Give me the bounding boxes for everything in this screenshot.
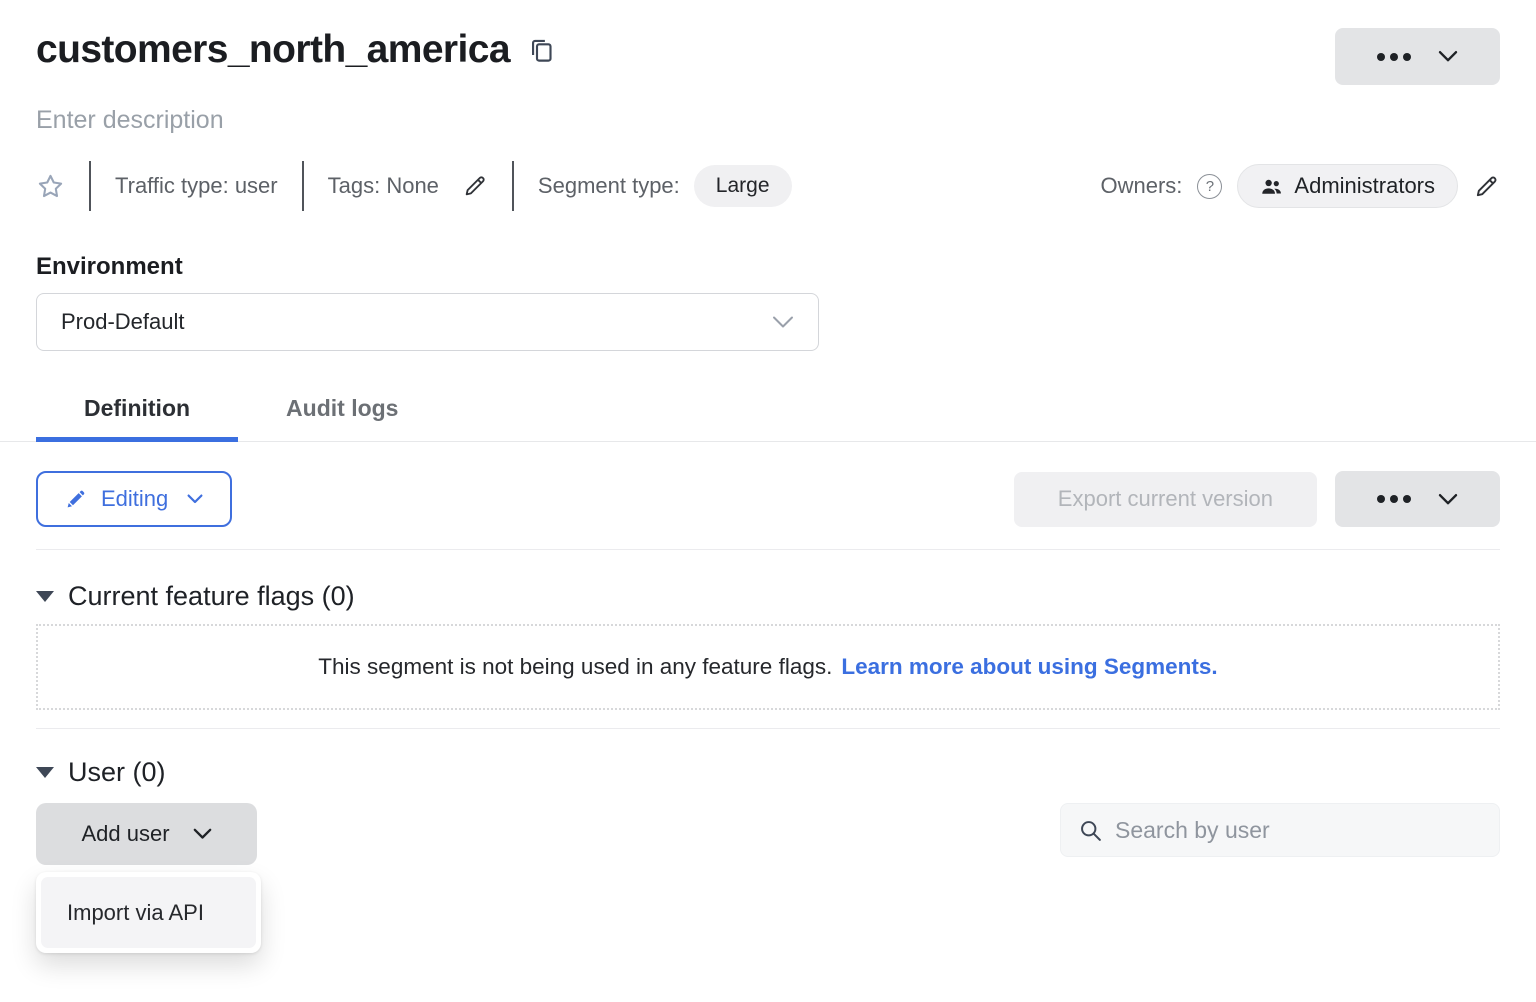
copy-icon [528,37,555,64]
segment-type-badge: Large [694,165,792,207]
description-placeholder[interactable]: Enter description [36,106,1500,135]
editing-status-button[interactable]: Editing [36,471,232,527]
chevron-down-icon [1438,50,1458,63]
favorite-star-button[interactable] [36,172,65,201]
user-section-title: User (0) [68,757,166,788]
tags-group: Tags: None [328,173,488,199]
meta-divider [89,161,91,211]
segment-type-group: Segment type: Large [538,165,792,207]
add-user-button[interactable]: Add user [36,803,257,865]
user-controls-row: Add user Import via API [36,803,1500,865]
environment-select[interactable]: Prod-Default [36,293,819,351]
tab-bar: Definition Audit logs [0,395,1536,442]
chevron-down-icon [772,315,794,329]
user-search-input[interactable] [1115,817,1482,844]
meta-divider [302,161,304,211]
feature-flags-empty-state: This segment is not being used in any fe… [36,624,1500,710]
chevron-down-icon [193,828,212,840]
edit-owners-button[interactable] [1473,173,1500,200]
add-user-dropdown-menu: Import via API [36,872,261,953]
owners-badge[interactable]: Administrators [1237,164,1458,208]
owners-group: Owners: ? Administrators [1100,164,1500,208]
feature-flags-section-header[interactable]: Current feature flags (0) [36,581,1500,612]
meta-divider [512,161,514,211]
pencil-icon [1473,173,1500,200]
tab-audit-logs[interactable]: Audit logs [238,395,446,441]
people-icon [1260,175,1283,198]
section-divider [36,728,1500,729]
chevron-down-icon [187,494,203,504]
section-divider [36,549,1500,550]
pencil-icon [462,173,488,199]
user-section-header[interactable]: User (0) [36,757,1500,788]
meta-row: Traffic type: user Tags: None Segment ty… [36,160,1500,212]
empty-state-text: This segment is not being used in any fe… [318,654,832,680]
page-header: customers_north_america [36,0,1500,85]
ellipsis-icon [1377,495,1411,503]
environment-selected-value: Prod-Default [61,309,185,335]
edit-tags-button[interactable] [462,173,488,199]
owners-label: Owners: [1100,173,1182,199]
editing-label: Editing [101,486,168,512]
environment-label: Environment [36,253,1500,281]
search-icon [1078,818,1103,843]
segment-type-label: Segment type: [538,173,680,199]
tab-definition[interactable]: Definition [36,395,238,441]
star-icon [36,172,65,201]
chevron-down-icon [1438,493,1458,506]
collapse-caret-icon [36,591,54,602]
pencil-icon [65,489,86,510]
menu-item-import-via-api[interactable]: Import via API [41,877,256,948]
copy-name-button[interactable] [528,37,555,64]
definition-more-actions-button[interactable] [1335,471,1500,527]
page-title: customers_north_america [36,28,510,72]
tags-label: Tags: None [328,173,439,199]
segment-detail-page: customers_north_america Enter des [0,0,1536,1002]
title-wrap: customers_north_america [36,28,555,72]
add-user-label: Add user [81,821,169,847]
learn-more-link[interactable]: Learn more about using Segments. [841,654,1217,680]
feature-flags-title: Current feature flags (0) [68,581,355,612]
owners-value: Administrators [1294,173,1435,199]
export-current-version-button[interactable]: Export current version [1014,472,1317,527]
definition-toolbar: Editing Export current version [36,471,1500,527]
ellipsis-icon [1377,53,1411,61]
collapse-caret-icon [36,767,54,778]
traffic-type-label: Traffic type: user [115,173,278,199]
toolbar-right-group: Export current version [1014,471,1500,527]
page-more-actions-button[interactable] [1335,28,1500,85]
user-search-box [1060,803,1500,857]
owners-help-icon[interactable]: ? [1197,174,1222,199]
